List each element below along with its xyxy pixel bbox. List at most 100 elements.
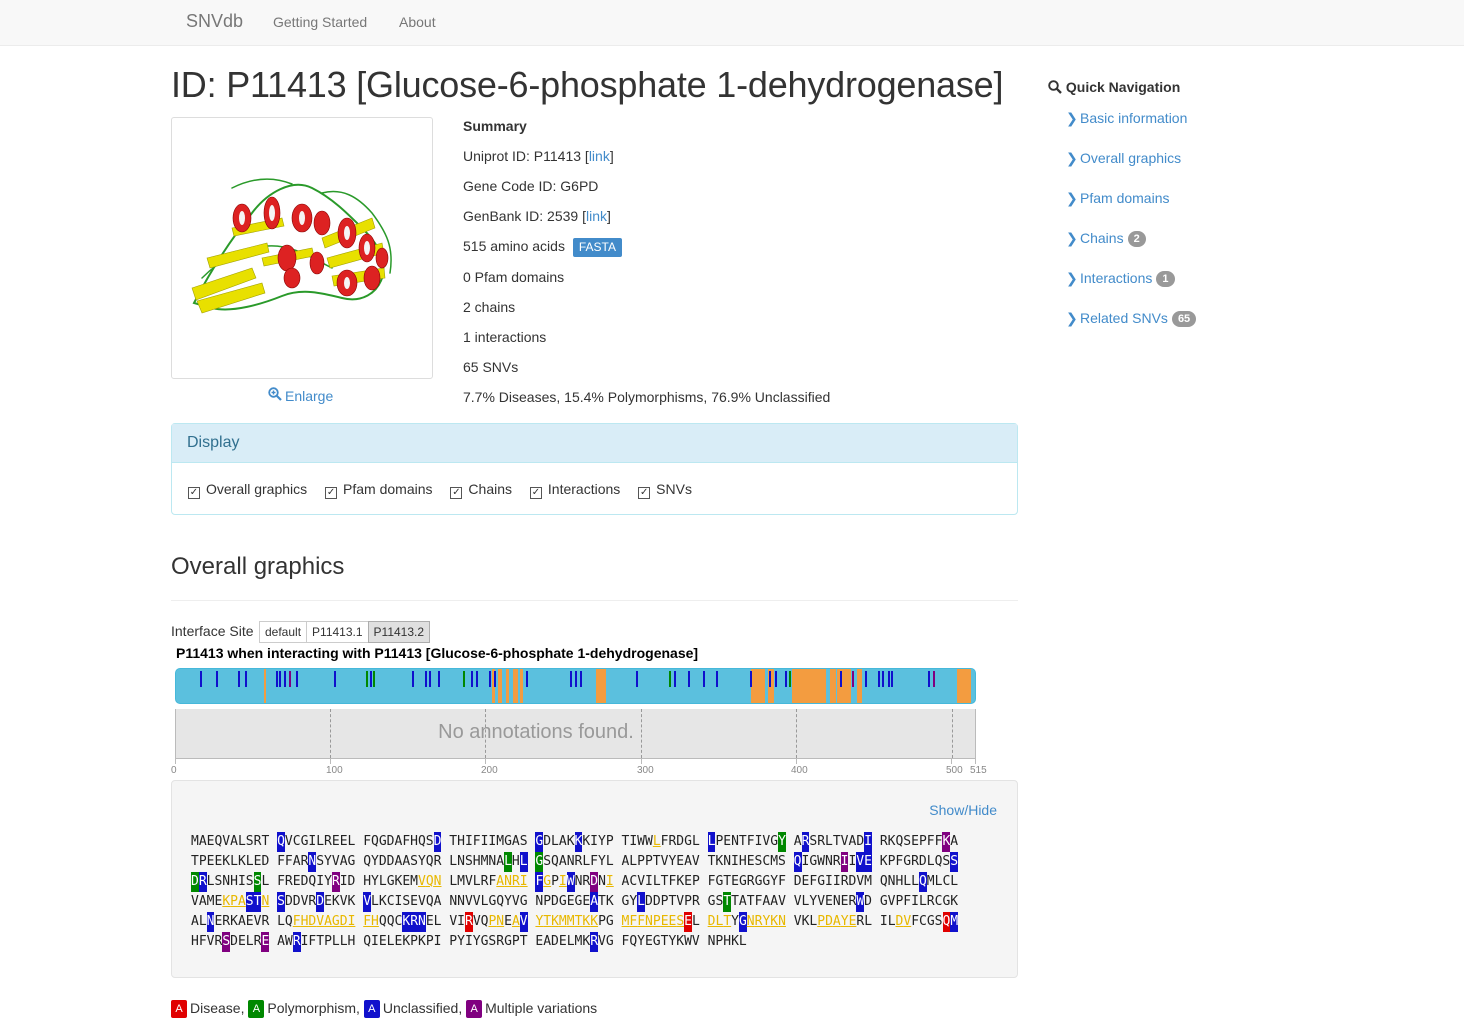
interface-site-marker[interactable] xyxy=(520,669,523,703)
residue[interactable]: P xyxy=(817,912,825,932)
residue[interactable]: N xyxy=(496,912,504,932)
residue[interactable]: E xyxy=(261,932,270,952)
residue[interactable]: L xyxy=(707,832,716,852)
interface-p11413-1-button[interactable]: P11413.1 xyxy=(306,621,369,643)
snv-marker[interactable] xyxy=(373,671,375,687)
residue[interactable]: R xyxy=(410,912,419,932)
snv-marker[interactable] xyxy=(775,671,777,687)
quicknav-basic-information[interactable]: ❯ Basic information xyxy=(1066,110,1187,127)
snv-marker[interactable] xyxy=(769,671,771,687)
residue[interactable]: S xyxy=(676,912,684,932)
checkbox-checked-icon[interactable]: ✓ xyxy=(529,487,542,499)
nav-about[interactable]: About xyxy=(399,14,436,30)
snv-marker[interactable] xyxy=(789,671,791,687)
snv-marker[interactable] xyxy=(425,671,427,687)
snv-marker[interactable] xyxy=(928,671,930,687)
residue[interactable]: W xyxy=(566,872,575,892)
snv-marker[interactable] xyxy=(669,671,671,687)
residue[interactable]: L xyxy=(653,832,661,852)
residue[interactable]: A xyxy=(324,912,332,932)
snv-marker[interactable] xyxy=(494,671,496,687)
residue[interactable]: I xyxy=(559,872,567,892)
residue[interactable]: K xyxy=(222,892,230,912)
brand-link[interactable]: SNVdb xyxy=(186,11,243,32)
residue[interactable]: S xyxy=(245,892,254,912)
residue[interactable]: E xyxy=(849,912,857,932)
residue[interactable]: L xyxy=(504,852,512,872)
residue[interactable]: E xyxy=(684,912,692,932)
snv-marker[interactable] xyxy=(370,671,372,687)
residue[interactable]: R xyxy=(755,912,763,932)
residue[interactable]: R xyxy=(292,932,301,952)
residue[interactable]: N xyxy=(261,892,269,912)
snv-marker[interactable] xyxy=(476,671,478,687)
snv-marker[interactable] xyxy=(471,671,473,687)
residue[interactable]: F xyxy=(363,912,371,932)
residue[interactable]: T xyxy=(253,892,262,912)
residue[interactable]: I xyxy=(840,852,849,872)
snv-marker[interactable] xyxy=(785,671,787,687)
residue[interactable]: T xyxy=(723,912,731,932)
residue[interactable]: R xyxy=(590,932,599,952)
residue[interactable]: A xyxy=(833,912,841,932)
residue[interactable]: V xyxy=(363,892,372,912)
snv-marker[interactable] xyxy=(840,671,842,687)
snv-marker[interactable] xyxy=(575,671,577,687)
residue[interactable]: G xyxy=(332,912,340,932)
residue[interactable]: A xyxy=(496,872,504,892)
snv-marker[interactable] xyxy=(284,671,286,687)
snv-marker[interactable] xyxy=(882,671,884,687)
snv-marker[interactable] xyxy=(296,671,298,687)
residue[interactable]: G xyxy=(535,832,544,852)
show-hide-link[interactable]: Show/Hide xyxy=(929,802,997,818)
interface-site-marker[interactable] xyxy=(857,669,862,703)
snv-marker[interactable] xyxy=(279,671,281,687)
fasta-button[interactable]: FASTA xyxy=(572,238,622,257)
checkbox-checked-icon[interactable]: ✓ xyxy=(325,487,338,499)
residue[interactable]: N xyxy=(645,912,653,932)
snv-marker[interactable] xyxy=(245,671,247,687)
residue[interactable]: Y xyxy=(841,912,849,932)
snv-marker[interactable] xyxy=(703,671,705,687)
residue[interactable]: D xyxy=(896,912,904,932)
residue[interactable]: R xyxy=(801,832,810,852)
checkbox-checked-icon[interactable]: ✓ xyxy=(638,487,651,499)
residue[interactable]: P xyxy=(230,892,238,912)
residue[interactable]: Y xyxy=(762,912,770,932)
residue[interactable]: D xyxy=(590,872,599,892)
snv-marker[interactable] xyxy=(933,671,935,687)
snv-marker[interactable] xyxy=(289,671,291,687)
residue[interactable]: S xyxy=(253,872,262,892)
residue[interactable]: H xyxy=(301,912,309,932)
residue[interactable]: Q xyxy=(277,832,285,852)
residue[interactable]: M xyxy=(559,912,567,932)
interface-site-marker[interactable] xyxy=(600,669,606,703)
quicknav-overall-graphics[interactable]: ❯ Overall graphics xyxy=(1066,150,1181,167)
interface-site-marker[interactable] xyxy=(513,669,518,703)
residue[interactable]: K xyxy=(551,912,559,932)
checkbox-checked-icon[interactable]: ✓ xyxy=(450,487,463,499)
residue[interactable]: M xyxy=(567,912,575,932)
snv-marker[interactable] xyxy=(438,671,440,687)
snv-marker[interactable] xyxy=(366,671,368,687)
residue[interactable]: V xyxy=(418,872,426,892)
residue[interactable]: G xyxy=(535,852,544,872)
snv-marker[interactable] xyxy=(688,671,690,687)
snv-marker[interactable] xyxy=(238,671,240,687)
residue[interactable]: E xyxy=(864,852,872,872)
snv-marker[interactable] xyxy=(878,671,880,687)
residue[interactable]: D xyxy=(825,912,833,932)
residue[interactable]: I xyxy=(348,912,356,932)
residue[interactable]: D xyxy=(340,912,348,932)
residue[interactable]: T xyxy=(575,912,583,932)
residue[interactable]: K xyxy=(770,912,778,932)
residue[interactable]: V xyxy=(519,912,528,932)
residue[interactable]: E xyxy=(669,912,677,932)
residue[interactable]: K xyxy=(590,912,598,932)
residue[interactable]: A xyxy=(590,892,599,912)
nav-getting-started[interactable]: Getting Started xyxy=(273,14,367,30)
interface-p11413-2-button[interactable]: P11413.2 xyxy=(367,621,431,643)
interface-site-marker[interactable] xyxy=(506,669,509,703)
residue[interactable]: I xyxy=(864,832,872,852)
checkbox-checked-icon[interactable]: ✓ xyxy=(188,487,200,499)
